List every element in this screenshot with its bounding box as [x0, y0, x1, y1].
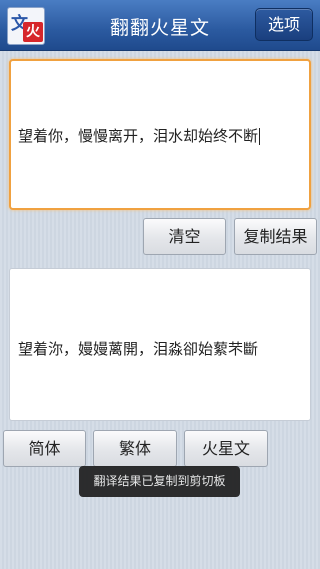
- input-text-wrapper: 望着你，慢慢离开，泪水却始终不断: [18, 125, 261, 146]
- output-text-value: 望着沵，嫚嫚蓠開，泪淼卻始蕠芣斷: [18, 340, 259, 358]
- input-text-area[interactable]: 望着你，慢慢离开，泪水却始终不断: [9, 59, 311, 210]
- clear-button[interactable]: 清空: [143, 218, 226, 255]
- martian-text-button[interactable]: 火星文: [184, 430, 268, 467]
- text-cursor: [259, 128, 261, 145]
- input-text-value: 望着你，慢慢离开，泪水却始终不断: [18, 127, 259, 145]
- traditional-chinese-button[interactable]: 繁体: [93, 430, 177, 467]
- title-bar: 文 火 翻翻火星文 选项: [0, 0, 320, 51]
- options-button[interactable]: 选项: [255, 8, 313, 41]
- simplified-chinese-button[interactable]: 简体: [3, 430, 86, 467]
- copied-toast: 翻译结果已复制到剪切板: [79, 466, 240, 497]
- output-text-area[interactable]: 望着沵，嫚嫚蓠開，泪淼卻始蕠芣斷: [9, 268, 311, 421]
- copy-result-button[interactable]: 复制结果: [234, 218, 317, 255]
